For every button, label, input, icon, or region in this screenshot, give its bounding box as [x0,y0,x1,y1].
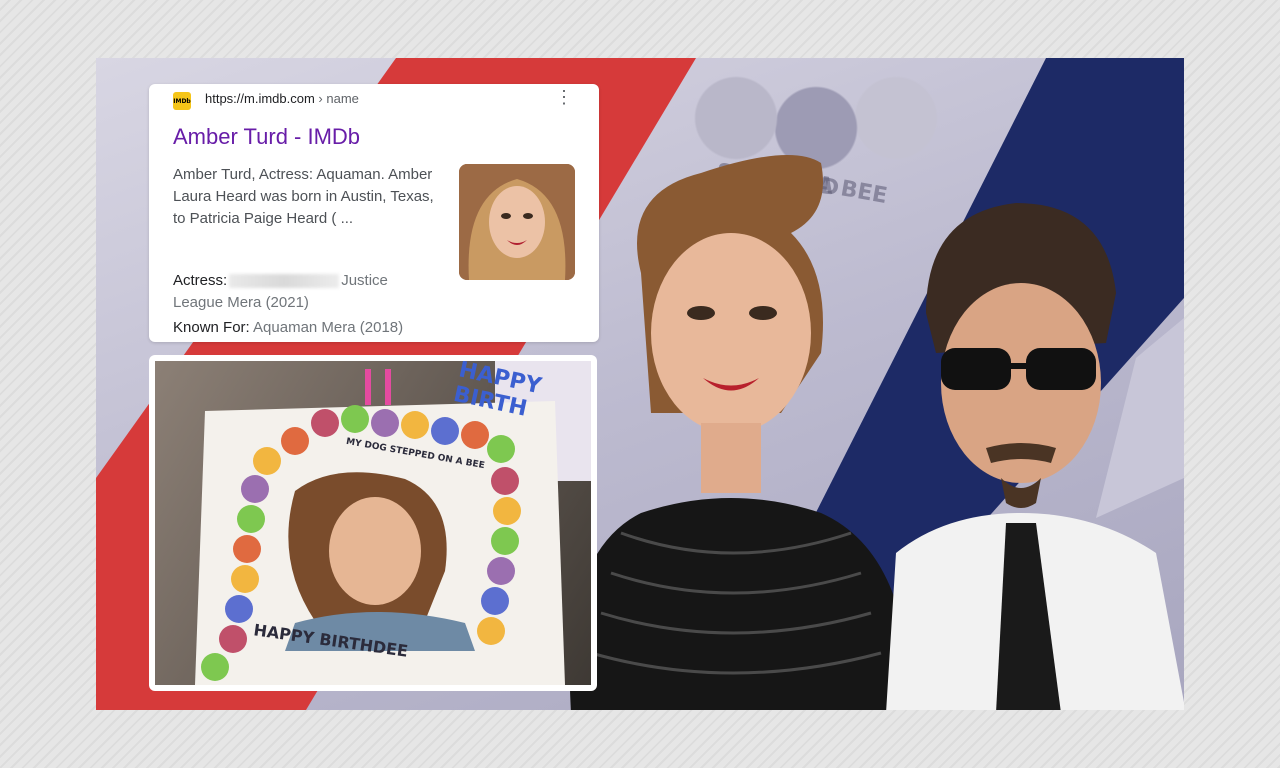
imdb-search-result-card[interactable]: IMDb https://m.imdb.com › name ⋮ Amber T… [149,84,599,342]
url-path: › name [314,91,359,106]
result-url[interactable]: https://m.imdb.com › name [205,91,359,106]
known-for: Known For: Aquaman Mera (2018) [173,319,403,336]
blurred-text [229,274,340,289]
birthday-cake-photo-card: HAPPY BIRTH MY DOG STEPPED ON A BEE HAPP… [149,355,597,691]
imdb-favicon-icon: IMDb [173,92,191,110]
actress-label: Actress: [173,272,228,289]
more-vert-icon[interactable]: ⋮ [555,88,573,106]
actress-credits: Actress: Justice League Mera (2021) [173,270,433,314]
result-description: Amber Turd, Actress: Aquaman. Amber Laur… [173,166,434,227]
collage-canvas: STEPPED A BEE IMDb https://m.imdb.co [96,58,1184,710]
man-portrait [886,203,1184,710]
known-value: Aquaman Mera (2018) [253,319,404,336]
url-host: https://m.imdb.com [205,91,315,106]
thumbnail-face-image [459,164,575,280]
result-thumbnail[interactable] [459,164,575,280]
result-title-link[interactable]: Amber Turd - IMDb [173,124,360,150]
known-label: Known For: [173,319,250,336]
cake-photo: HAPPY BIRTH MY DOG STEPPED ON A BEE HAPP… [155,361,591,685]
